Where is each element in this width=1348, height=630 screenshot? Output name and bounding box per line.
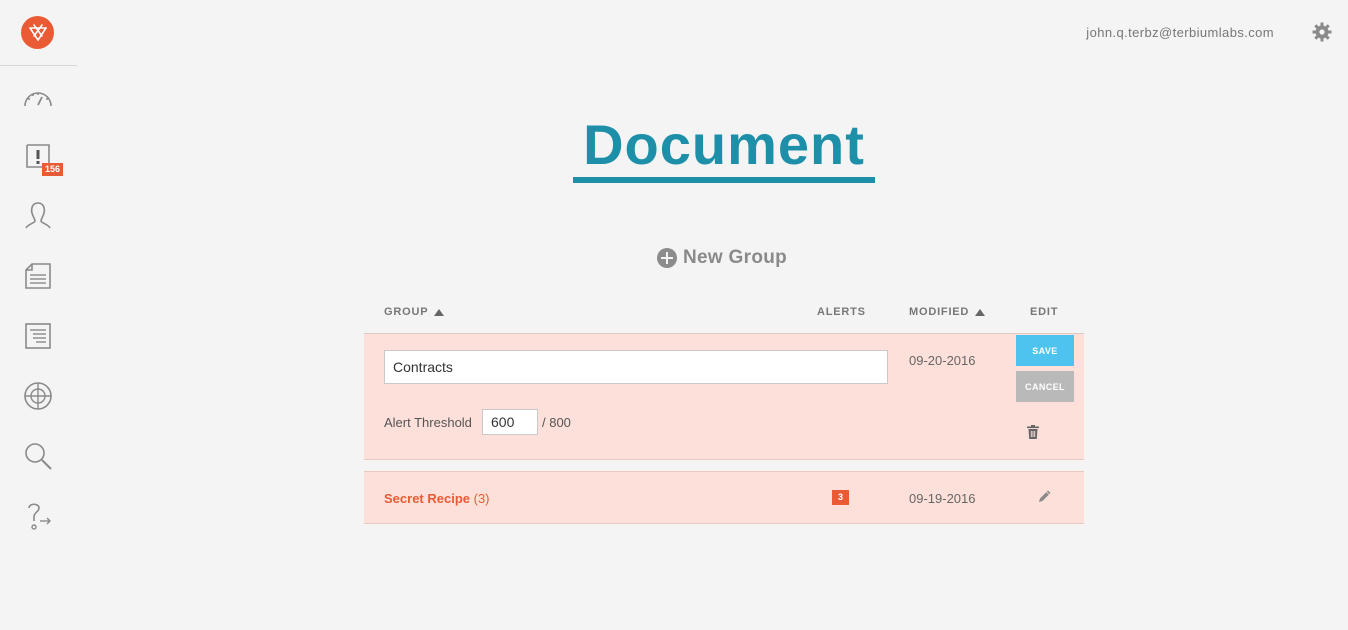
group-name-link[interactable]: Secret Recipe (3) (384, 491, 490, 506)
sidebar-item-search[interactable] (18, 436, 58, 476)
sidebar-item-dashboard[interactable] (18, 77, 58, 117)
save-button[interactable]: SAVE (1016, 335, 1074, 366)
sidebar-item-help[interactable] (18, 497, 58, 537)
help-icon (28, 503, 51, 530)
alerts-count-badge: 156 (42, 163, 64, 176)
cancel-button[interactable]: CANCEL (1016, 371, 1074, 402)
page-title-link[interactable]: Document (573, 112, 875, 178)
plus-circle-icon (657, 248, 677, 268)
sidebar-item-reports[interactable] (18, 316, 58, 356)
user-email[interactable]: john.q.terbz@terbiumlabs.com (1086, 25, 1274, 40)
sidebar-item-targets[interactable] (18, 376, 58, 416)
row-alert-count-badge: 3 (832, 490, 849, 505)
sort-ascending-icon (434, 308, 445, 316)
group-document-count: (3) (473, 491, 490, 506)
alert-threshold-max: / 800 (542, 415, 571, 430)
column-header-edit: EDIT (1030, 306, 1058, 318)
column-header-alerts-label: ALERTS (817, 306, 866, 318)
terbium-logo[interactable] (21, 16, 54, 49)
sidebar-item-documents[interactable] (18, 256, 58, 296)
sidebar-item-users[interactable] (18, 196, 58, 236)
target-icon (24, 382, 52, 410)
pencil-edit-icon[interactable] (1038, 489, 1052, 503)
logo-icon (28, 23, 47, 41)
user-icon (25, 202, 51, 229)
page-title: Document (583, 113, 865, 176)
sidebar: 156 (0, 0, 77, 630)
group-name-input[interactable] (384, 350, 888, 384)
dashboard-gauge-icon (24, 92, 52, 107)
sidebar-divider (0, 65, 77, 66)
document-icon (25, 263, 51, 289)
column-header-alerts[interactable]: ALERTS (817, 306, 866, 318)
new-group-label: New Group (683, 247, 788, 268)
alert-threshold-input[interactable] (482, 409, 538, 435)
page-title-underline (573, 177, 875, 183)
new-group-button[interactable]: New Group (657, 247, 787, 269)
sort-ascending-icon (975, 308, 986, 316)
trash-icon[interactable] (1027, 425, 1039, 439)
column-header-modified[interactable]: MODIFIED (909, 306, 986, 318)
alert-threshold-label: Alert Threshold (384, 415, 472, 430)
list-document-icon (25, 323, 51, 349)
group-name: Secret Recipe (384, 491, 470, 506)
modified-date: 09-19-2016 (909, 491, 976, 506)
column-header-modified-label: MODIFIED (909, 306, 970, 318)
modified-date: 09-20-2016 (909, 353, 976, 368)
search-icon (25, 443, 52, 470)
column-header-group-label: GROUP (384, 306, 429, 318)
column-header-group[interactable]: GROUP (384, 306, 445, 318)
gear-icon[interactable] (1312, 22, 1332, 42)
column-header-edit-label: EDIT (1030, 306, 1059, 318)
